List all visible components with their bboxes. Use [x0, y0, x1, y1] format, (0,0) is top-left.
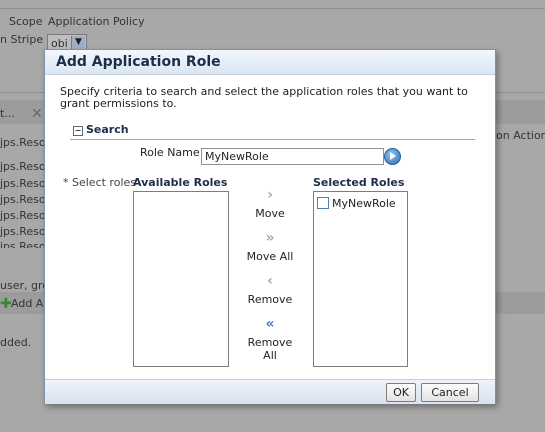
available-roles-header: Available Roles — [133, 176, 228, 189]
double-chevron-left-icon: « — [265, 316, 275, 332]
collapse-icon: − — [73, 126, 83, 136]
delete-icon: ✕ — [31, 106, 43, 122]
ok-button[interactable]: OK — [386, 383, 416, 402]
checkbox[interactable] — [317, 197, 329, 209]
added-text: dded. — [0, 336, 32, 349]
table-row: jps.Reso — [0, 240, 46, 248]
list-item[interactable]: MyNewRole — [317, 197, 396, 210]
selected-roles-list[interactable]: MyNewRole — [313, 191, 408, 367]
move-label: Move — [255, 207, 285, 220]
selected-roles-header: Selected Roles — [313, 176, 405, 189]
remove-button[interactable]: ‹ Remove — [242, 273, 298, 306]
role-name-label: Role Name — [140, 146, 200, 159]
scope-value: Application Policy — [48, 15, 145, 28]
actions-header: on Actions — [496, 129, 545, 142]
search-go-icon[interactable] — [384, 148, 401, 165]
available-roles-list[interactable] — [133, 191, 229, 367]
dialog-instructions: Specify criteria to search and select th… — [60, 85, 468, 110]
dialog-title: Add Application Role — [56, 54, 221, 70]
add-application-role-dialog: Add Application Role Specify criteria to… — [44, 49, 496, 404]
search-section-toggle[interactable]: − Search — [73, 123, 129, 136]
section-divider — [70, 139, 475, 140]
stripe-label: n Stripe — [0, 33, 44, 46]
user-text: user, gro — [0, 279, 49, 292]
chevron-down-icon: ▼ — [71, 36, 85, 49]
selected-role-label: MyNewRole — [332, 197, 396, 210]
select-roles-label: * Select roles — [63, 176, 136, 189]
remove-all-label: Remove All — [247, 336, 293, 362]
divider — [0, 8, 545, 9]
add-icon: ✚ — [0, 296, 12, 312]
double-chevron-right-icon: » — [265, 230, 275, 246]
dialog-header: Add Application Role — [45, 50, 495, 75]
scope-label: Scope — [9, 15, 43, 28]
chevron-left-icon: ‹ — [267, 273, 273, 289]
move-all-label: Move All — [246, 250, 294, 263]
dialog-footer: OK Cancel — [45, 379, 495, 404]
role-name-input[interactable]: MyNewRole — [201, 148, 384, 165]
search-section-label: Search — [86, 123, 129, 136]
move-all-button[interactable]: » Move All — [242, 230, 298, 263]
cancel-button[interactable]: Cancel — [421, 383, 479, 402]
toolbar-text: t... — [0, 107, 15, 120]
remove-all-button[interactable]: « Remove All — [242, 316, 298, 362]
chevron-right-icon: › — [267, 187, 273, 203]
move-button[interactable]: › Move — [242, 187, 298, 220]
remove-label: Remove — [247, 293, 293, 306]
